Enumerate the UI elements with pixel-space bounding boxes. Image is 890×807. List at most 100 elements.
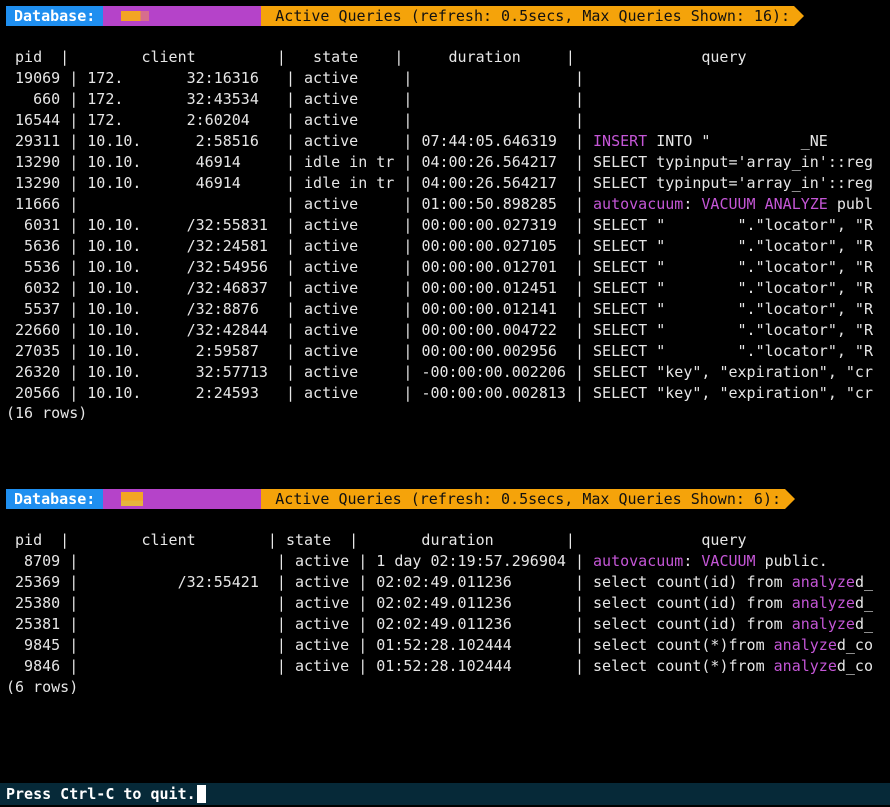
pid-cell: 27035 |: [6, 342, 88, 360]
query-cell: SELECT " "."locator", "R: [593, 216, 873, 234]
table-header: pid | client | state | duration | query: [6, 531, 873, 549]
state-cell: | active |: [267, 594, 377, 612]
pid-cell: 26320 |: [6, 363, 88, 381]
duration-cell: |: [421, 90, 594, 108]
pid-cell: 19069 |: [6, 69, 88, 87]
state-cell: | active |: [276, 342, 422, 360]
client-cell: 172. 32:16316: [87, 69, 277, 87]
query-cell: SELECT typinput='array_in'::reg: [593, 153, 873, 171]
client-cell: 10.10. 46914: [87, 174, 277, 192]
pid-cell: 22660 |: [6, 321, 88, 339]
duration-cell: |: [421, 69, 594, 87]
table-row: 20566 | 10.10. 2:24593 | active | -00:00…: [6, 383, 873, 404]
duration-cell: 00:00:00.012451 |: [421, 279, 594, 297]
table-row: 5536 | 10.10. /32:54956 | active | 00:00…: [6, 257, 873, 278]
client-cell: [87, 195, 277, 213]
state-cell: | active |: [276, 111, 422, 129]
query-cell: SELECT "key", "expiration", "cr: [593, 363, 873, 381]
duration-cell: |: [421, 111, 594, 129]
quit-hint: Press Ctrl-C to quit.: [6, 784, 196, 803]
panel1-footer: (16 rows): [6, 404, 88, 422]
pid-cell: 25381 |: [6, 615, 88, 633]
database-label: Database:: [6, 6, 114, 26]
table-row: 6032 | 10.10. /32:46837 | active | 00:00…: [6, 278, 873, 299]
table-row: 16544 | 172. 2:60204 | active | |: [6, 110, 873, 131]
query-cell: public.: [755, 552, 828, 570]
pid-cell: 660 |: [6, 90, 88, 108]
table-row: 8709 | | active | 1 day 02:19:57.296904 …: [6, 551, 873, 572]
state-cell: | active |: [267, 552, 377, 570]
table-header: pid | client | state | duration | query: [6, 48, 873, 66]
query-cell: d_: [854, 573, 873, 591]
terminal-cursor[interactable]: [196, 785, 206, 803]
table-row: 25380 | | active | 02:02:49.011236 | sel…: [6, 593, 873, 614]
pid-cell: 6031 |: [6, 216, 88, 234]
pid-cell: 6032 |: [6, 279, 88, 297]
client-cell: [87, 657, 268, 675]
pid-cell: 25380 |: [6, 594, 88, 612]
client-cell: /32:55421: [87, 573, 268, 591]
duration-cell: 04:00:26.564217 |: [421, 174, 594, 192]
state-cell: | active |: [267, 636, 377, 654]
duration-cell: 07:44:05.646319 |: [421, 132, 594, 150]
client-cell: [87, 615, 268, 633]
query-cell: publ: [827, 195, 873, 213]
state-cell: | active |: [276, 384, 422, 402]
query-cell: select count(id) from: [593, 573, 792, 591]
query-keyword: VACUUM: [692, 552, 756, 570]
state-cell: | active |: [276, 321, 422, 339]
duration-cell: 02:02:49.011236 |: [376, 573, 594, 591]
table-row: 13290 | 10.10. 46914 | idle in tr | 04:0…: [6, 173, 873, 194]
state-cell: | active |: [276, 279, 422, 297]
duration-cell: 01:00:50.898285 |: [421, 195, 594, 213]
query-cell: select count(*)from: [593, 657, 774, 675]
query-cell: select count(id) from: [593, 594, 792, 612]
query-keyword: autovacuum: [593, 552, 684, 570]
pid-cell: 8709 |: [6, 552, 88, 570]
pid-cell: 5537 |: [6, 300, 88, 318]
pid-cell: 16544 |: [6, 111, 88, 129]
pid-cell: 11666 |: [6, 195, 88, 213]
duration-cell: 00:00:00.027319 |: [421, 216, 594, 234]
query-cell: :: [683, 195, 702, 213]
state-cell: | active |: [267, 657, 377, 675]
state-cell: | active |: [267, 615, 377, 633]
duration-cell: 04:00:26.564217 |: [421, 153, 594, 171]
state-cell: | idle in tr |: [276, 153, 422, 171]
redacted-name-block: [121, 11, 150, 21]
duration-cell: 00:00:00.012701 |: [421, 258, 594, 276]
query-keyword: analyze: [791, 573, 855, 591]
duration-cell: 02:02:49.011236 |: [376, 594, 594, 612]
query-cell: SELECT " "."locator", "R: [593, 300, 873, 318]
pid-cell: 13290 |: [6, 153, 88, 171]
query-cell: select count(*)from: [593, 636, 774, 654]
table-row: 9846 | | active | 01:52:28.102444 | sele…: [6, 656, 873, 677]
query-cell: SELECT typinput='array_in'::reg: [593, 174, 873, 192]
database-name-redacted: [103, 6, 272, 26]
client-cell: 10.10. 2:24593: [87, 384, 277, 402]
pid-cell: 5536 |: [6, 258, 88, 276]
query-cell: select count(id) from: [593, 615, 792, 633]
duration-cell: 00:00:00.012141 |: [421, 300, 594, 318]
client-cell: 10.10. 32:57713: [87, 363, 277, 381]
pid-cell: 29311 |: [6, 132, 88, 150]
status-bar: Press Ctrl-C to quit.: [0, 783, 890, 805]
panel1-banner: Database: Active Queries (refresh: 0.5se…: [6, 6, 804, 26]
table-row: 5636 | 10.10. /32:24581 | active | 00:00…: [6, 236, 873, 257]
pid-cell: 13290 |: [6, 174, 88, 192]
table-row: 25369 | /32:55421 | active | 02:02:49.01…: [6, 572, 873, 593]
query-cell: SELECT " "."locator", "R: [593, 237, 873, 255]
panel1-title: Active Queries (refresh: 0.5secs, Max Qu…: [261, 6, 804, 26]
client-cell: 10.10. 2:59587: [87, 342, 277, 360]
redacted-name-block: [121, 492, 144, 506]
state-cell: | active |: [267, 573, 377, 591]
query-cell: d_: [854, 615, 873, 633]
table-row: 25381 | | active | 02:02:49.011236 | sel…: [6, 614, 873, 635]
query-keyword: analyze: [773, 657, 837, 675]
state-cell: | active |: [276, 90, 422, 108]
table-row: 19069 | 172. 32:16316 | active | |: [6, 68, 873, 89]
database-label: Database:: [6, 489, 114, 509]
state-cell: | active |: [276, 132, 422, 150]
query-cell: SELECT " "."locator", "R: [593, 279, 873, 297]
query-cell: SELECT " "."locator", "R: [593, 321, 873, 339]
